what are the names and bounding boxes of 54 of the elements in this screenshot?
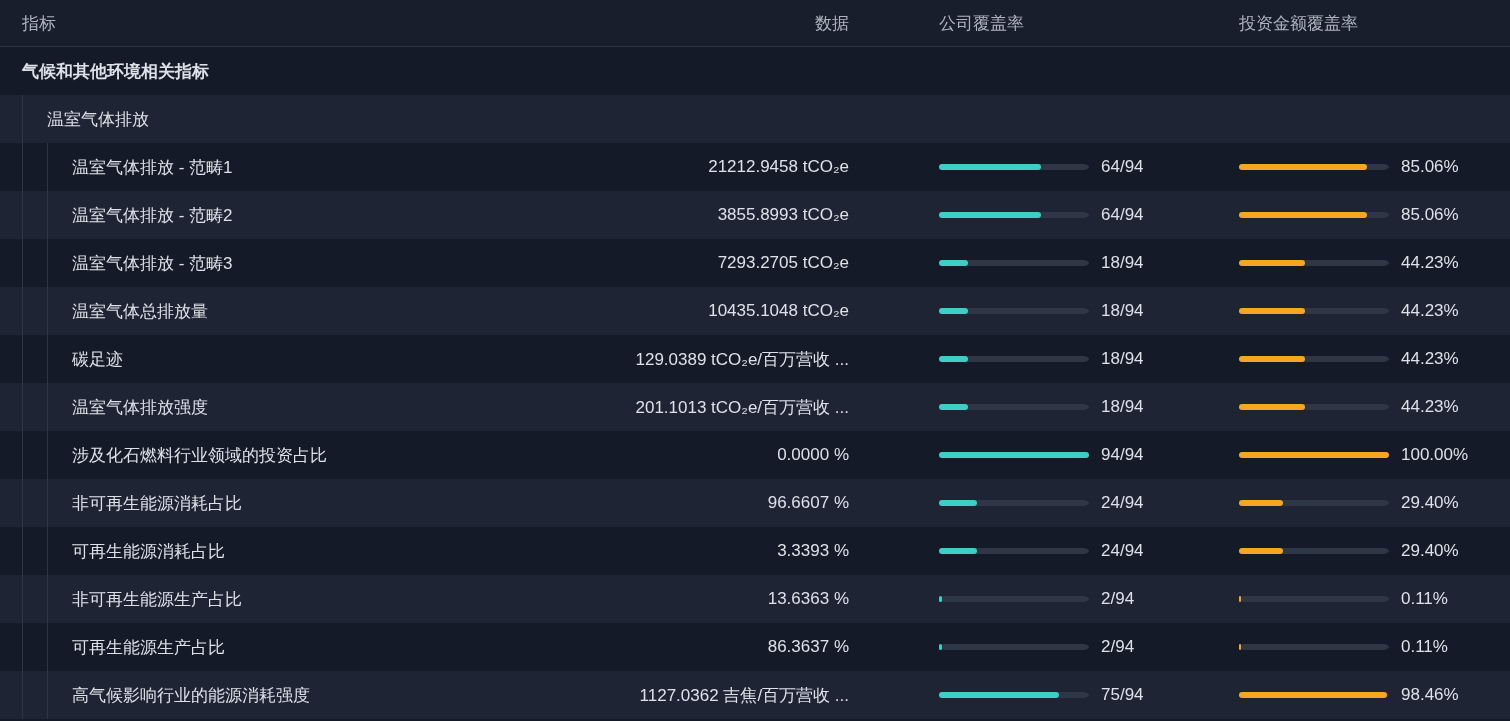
coverage-text: 24/94 [1101, 541, 1144, 561]
coverage-text: 18/94 [1101, 253, 1144, 273]
indicator-name: 可再生能源生产占比 [72, 636, 225, 659]
indicator-name: 碳足迹 [72, 348, 123, 371]
column-header: 投资金额覆盖率 [1239, 12, 1358, 35]
coverage-text: 2/94 [1101, 589, 1135, 609]
indicator-name: 涉及化石燃料行业领域的投资占比 [72, 444, 327, 467]
column-header: 指标 [22, 12, 56, 35]
data-value: 21212.9458 tCO₂e [708, 157, 849, 177]
coverage-text: 94/94 [1101, 445, 1144, 465]
indicator-name: 温室气体总排放量 [72, 300, 208, 323]
coverage-text: 18/94 [1101, 301, 1144, 321]
coverage-text: 18/94 [1101, 349, 1144, 369]
coverage-text: 64/94 [1101, 157, 1144, 177]
coverage-text: 100.00% [1401, 445, 1469, 465]
data-value: 86.3637 % [767, 637, 849, 657]
indicator-name: 温室气体排放强度 [72, 396, 208, 419]
coverage-text: 44.23% [1401, 349, 1459, 369]
indicator-name: 高气候影响行业的能源消耗强度 [72, 684, 310, 707]
data-value: 7293.2705 tCO₂e [717, 253, 849, 273]
data-value: 96.6607 % [767, 493, 849, 513]
indicator-name: 温室气体排放 - 范畴2 [72, 204, 233, 227]
data-value: 3855.8993 tCO₂e [717, 205, 849, 225]
coverage-text: 0.11% [1401, 637, 1448, 657]
coverage-text: 24/94 [1101, 493, 1144, 513]
coverage-text: 98.46% [1401, 685, 1459, 705]
indicator-name: 可再生能源消耗占比 [72, 540, 225, 563]
data-value: 3.3393 % [777, 541, 849, 561]
coverage-text: 85.06% [1401, 205, 1459, 225]
data-value: 10435.1048 tCO₂e [708, 301, 849, 321]
column-header: 数据 [815, 12, 849, 35]
indicator-name: 非可再生能源生产占比 [72, 588, 242, 611]
category-label: 气候和其他环境相关指标 [22, 60, 209, 83]
indicator-name: 温室气体排放 - 范畴3 [72, 252, 233, 275]
column-header: 公司覆盖率 [939, 12, 1024, 35]
coverage-text: 64/94 [1101, 205, 1144, 225]
coverage-text: 44.23% [1401, 253, 1459, 273]
coverage-text: 29.40% [1401, 493, 1459, 513]
data-value: 1127.0362 吉焦/百万营收 ... [639, 684, 849, 707]
coverage-text: 44.23% [1401, 397, 1459, 417]
group-label: 温室气体排放 [47, 108, 149, 131]
indicator-name: 非可再生能源消耗占比 [72, 492, 242, 515]
data-value: 0.0000 % [777, 445, 849, 465]
data-value: 201.1013 tCO₂e/百万营收 ... [635, 396, 849, 419]
data-value: 129.0389 tCO₂e/百万营收 ... [635, 348, 849, 371]
coverage-text: 85.06% [1401, 157, 1459, 177]
coverage-text: 29.40% [1401, 541, 1459, 561]
coverage-text: 44.23% [1401, 301, 1459, 321]
indicator-name: 温室气体排放 - 范畴1 [72, 156, 233, 179]
coverage-text: 2/94 [1101, 637, 1135, 657]
data-value: 13.6363 % [767, 589, 849, 609]
coverage-text: 18/94 [1101, 397, 1144, 417]
coverage-text: 75/94 [1101, 685, 1144, 705]
coverage-text: 0.11% [1401, 589, 1448, 609]
